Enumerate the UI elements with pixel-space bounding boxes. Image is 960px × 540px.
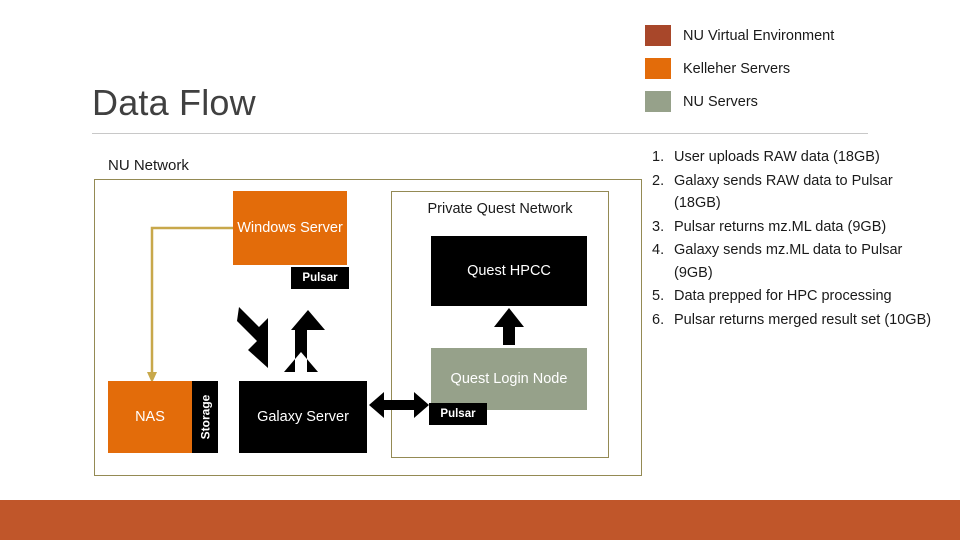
node-galaxy-server[interactable]: Galaxy Server	[239, 381, 367, 453]
node-quest-login-node[interactable]: Quest Login Node	[431, 348, 587, 410]
private-quest-network-boundary	[391, 191, 609, 458]
node-pulsar-quest[interactable]: Pulsar	[429, 403, 487, 425]
node-pulsar-windows[interactable]: Pulsar	[291, 267, 349, 289]
bottom-accent-bar	[0, 500, 960, 540]
private-quest-network-label: Private Quest Network	[427, 201, 573, 217]
nu-network-label: NU Network	[108, 157, 189, 174]
node-storage[interactable]: Storage	[192, 381, 218, 453]
node-quest-hpcc[interactable]: Quest HPCC	[431, 236, 587, 306]
node-nas[interactable]: NAS	[108, 381, 192, 453]
node-windows-server[interactable]: Windows Server	[233, 191, 347, 265]
data-flow-diagram: NU Network Private Quest Network Windows…	[0, 0, 960, 540]
slide-canvas: Data Flow NU Virtual Environment Kellehe…	[0, 0, 960, 540]
node-storage-label: Storage	[198, 394, 212, 440]
